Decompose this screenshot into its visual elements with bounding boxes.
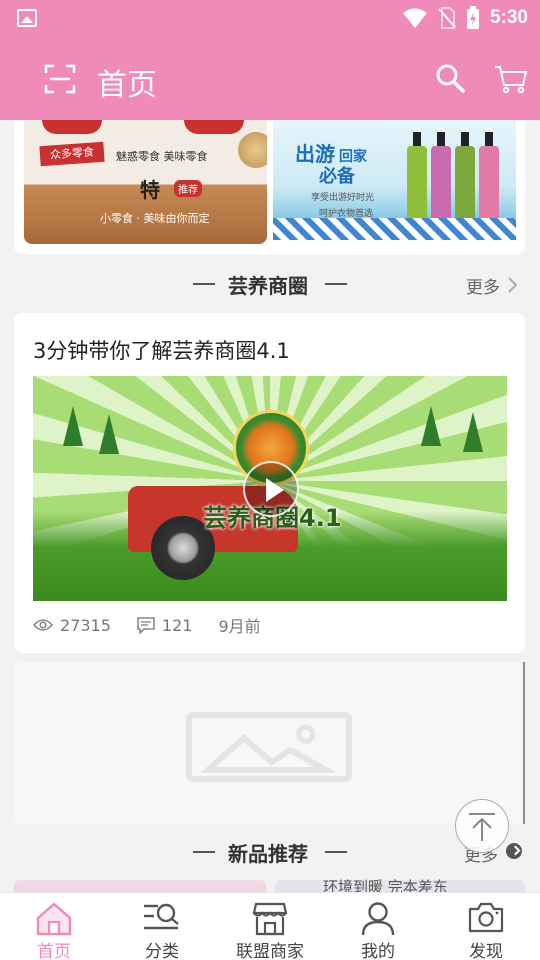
cart-icon[interactable]	[494, 64, 528, 94]
view-count: 27315	[60, 615, 111, 635]
tree-decoration	[63, 406, 83, 446]
section-title: 芸养商圈	[228, 274, 308, 298]
bottle-image	[479, 132, 499, 224]
bottle-image	[431, 132, 451, 224]
bottle-image	[407, 132, 427, 224]
article-meta: 27315 121 9月前	[33, 613, 287, 637]
banner-subtitle: 享受出游好时光	[311, 193, 375, 203]
store-icon	[252, 902, 288, 936]
section-header-yunyang: 芸养商圈 更多	[0, 264, 540, 304]
nav-label: 我的	[361, 942, 395, 960]
ribbon-decoration	[184, 120, 244, 134]
more-link[interactable]: 更多	[466, 273, 500, 298]
scan-icon[interactable]	[44, 64, 76, 94]
nav-label: 分类	[145, 942, 179, 960]
divider	[325, 283, 347, 285]
battery-charging-icon	[466, 6, 479, 29]
banner-logo: 众多零食	[39, 141, 105, 167]
tree-decoration	[99, 414, 119, 454]
banner-subtitle: 小零食 · 美味由你而定	[100, 212, 210, 225]
bottle-image	[455, 132, 475, 224]
banner-title-2: 必备	[319, 166, 355, 187]
wifi-icon	[402, 8, 427, 28]
back-to-top-button[interactable]	[455, 799, 509, 853]
picnic-cloth	[273, 218, 516, 240]
nav-stores[interactable]: 联盟商家	[216, 893, 324, 960]
nav-category[interactable]: 分类	[108, 893, 216, 960]
nav-label: 联盟商家	[236, 942, 304, 960]
chevron-right-icon[interactable]	[506, 276, 520, 294]
image-placeholder-card[interactable]	[14, 662, 525, 824]
image-placeholder-icon	[186, 712, 352, 782]
tree-decoration	[421, 406, 441, 446]
arrow-up-icon	[469, 813, 495, 841]
ribbon-decoration	[42, 120, 102, 134]
banner-special: 特	[140, 178, 160, 202]
nav-label: 发现	[469, 942, 503, 960]
nav-mine[interactable]: 我的	[324, 893, 432, 960]
user-icon	[361, 902, 395, 936]
bottom-navigation: 首页 分类 联盟商家 我的 发现	[0, 892, 540, 960]
divider	[193, 283, 215, 285]
section-title: 新品推荐	[228, 842, 308, 866]
divider	[193, 851, 215, 853]
comment-icon	[137, 616, 155, 634]
travel-banner[interactable]: 出游 回家 必备 享受出游好时光 呵护衣物首选	[273, 120, 516, 240]
eye-icon	[33, 619, 53, 631]
clock: 5:30	[489, 7, 528, 28]
app-bar: 首页	[0, 36, 540, 120]
snack-banner[interactable]: 众多零食 魅惑零食 美味零食 特 推荐 小零食 · 美味由你而定	[24, 120, 267, 244]
status-bar: 5:30	[0, 0, 540, 36]
play-icon[interactable]	[243, 461, 299, 517]
banner-tag: 推荐	[174, 180, 202, 197]
comment-count: 121	[161, 615, 193, 635]
nav-discover[interactable]: 发现	[432, 893, 540, 960]
cookie-image	[238, 132, 267, 168]
no-sim-icon	[438, 7, 456, 29]
article-card[interactable]: 3分钟带你了解芸养商圈4.1 芸养商圈4.1 27315 121 9月前	[14, 313, 525, 653]
post-time: 9月前	[218, 617, 261, 636]
camera-icon	[468, 902, 504, 933]
home-icon	[36, 902, 72, 936]
banner-text: 魅惑零食 美味零食	[116, 150, 208, 163]
nav-home[interactable]: 首页	[0, 893, 108, 960]
nav-label: 首页	[37, 942, 71, 960]
divider	[325, 851, 347, 853]
banner-card: 众多零食 魅惑零食 美味零食 特 推荐 小零食 · 美味由你而定 出游 回家 必备…	[14, 120, 525, 254]
tree-decoration	[463, 412, 483, 452]
page-title: 首页	[97, 68, 157, 103]
search-icon[interactable]	[434, 62, 466, 94]
category-search-icon	[144, 903, 179, 930]
image-notification-icon	[17, 9, 37, 27]
article-title[interactable]: 3分钟带你了解芸养商圈4.1	[33, 335, 290, 365]
video-thumbnail[interactable]: 芸养商圈4.1	[33, 376, 507, 601]
